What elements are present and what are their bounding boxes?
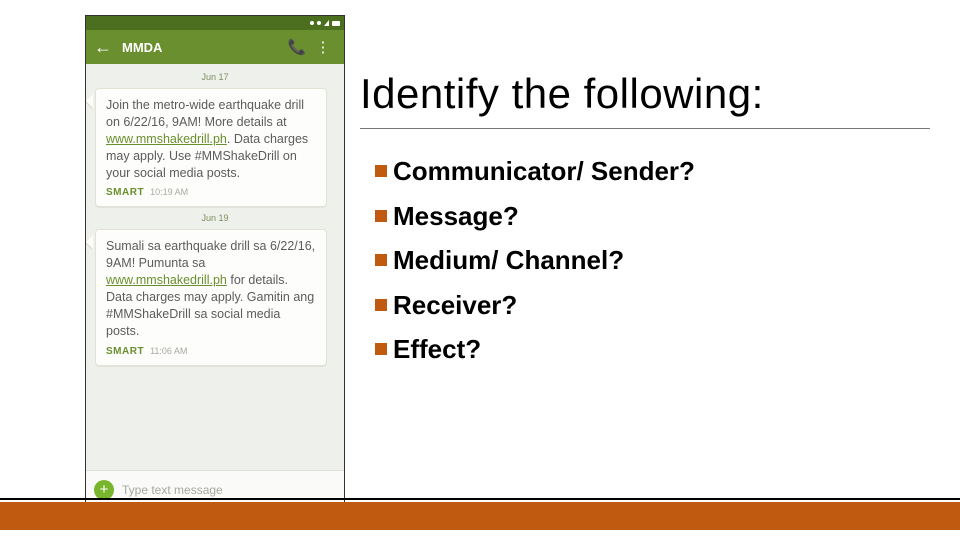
message-text: Sumali sa earthquake drill sa 6/22/16, 9… (106, 238, 316, 339)
status-bar (86, 16, 344, 30)
slide: ← MMDA 📞 ⋮ Jun 17 Join the metro-wide ea… (0, 0, 960, 540)
list-item: Message? (375, 200, 935, 233)
bullet-icon (375, 254, 387, 266)
date-separator: Jun 17 (92, 72, 338, 82)
app-bar: ← MMDA 📞 ⋮ (86, 30, 344, 64)
message-bubble: Sumali sa earthquake drill sa 6/22/16, 9… (92, 229, 338, 365)
composer-input[interactable]: Type text message (122, 483, 223, 497)
bullet-text: Effect? (393, 333, 481, 366)
bullet-list: Communicator/ Sender? Message? Medium/ C… (375, 155, 935, 378)
message-text: Join the metro-wide earthquake drill on … (106, 97, 316, 181)
bullet-icon (375, 299, 387, 311)
slide-title: Identify the following: (360, 70, 930, 118)
bullet-text: Receiver? (393, 289, 517, 322)
message-link[interactable]: www.mmshakedrill.ph (106, 273, 227, 287)
bullet-icon (375, 210, 387, 222)
message-bubble: Join the metro-wide earthquake drill on … (92, 88, 338, 207)
list-item: Medium/ Channel? (375, 244, 935, 277)
message-link[interactable]: www.mmshakedrill.ph (106, 132, 227, 146)
conversation-title: MMDA (122, 40, 284, 55)
conversation-area: Jun 17 Join the metro-wide earthquake dr… (86, 64, 344, 472)
add-attachment-icon[interactable]: + (94, 480, 114, 500)
message-sender: SMART (106, 187, 144, 198)
list-item: Receiver? (375, 289, 935, 322)
list-item: Effect? (375, 333, 935, 366)
bullet-icon (375, 165, 387, 177)
bullet-text: Medium/ Channel? (393, 244, 624, 277)
title-underline (360, 128, 930, 129)
bullet-text: Message? (393, 200, 519, 233)
footer-bar (0, 502, 960, 530)
back-icon[interactable]: ← (94, 37, 112, 58)
bullet-text: Communicator/ Sender? (393, 155, 695, 188)
phone-screenshot: ← MMDA 📞 ⋮ Jun 17 Join the metro-wide ea… (85, 15, 345, 509)
message-time: 11:06 AM (150, 346, 187, 356)
list-item: Communicator/ Sender? (375, 155, 935, 188)
date-separator: Jun 19 (92, 213, 338, 223)
footer-divider (0, 498, 960, 500)
call-icon[interactable]: 📞 (284, 38, 310, 56)
message-time: 10:19 AM (150, 187, 188, 197)
overflow-icon[interactable]: ⋮ (310, 38, 336, 56)
bullet-icon (375, 343, 387, 355)
message-sender: SMART (106, 346, 144, 357)
slide-title-block: Identify the following: (360, 70, 930, 118)
